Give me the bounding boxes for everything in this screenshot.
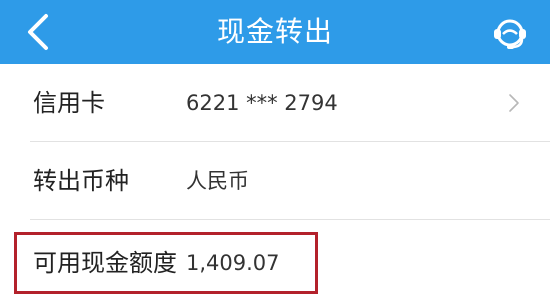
page-title: 现金转出 — [216, 15, 333, 48]
credit-card-label: 信用卡 — [33, 89, 105, 117]
currency-value: 人民币 — [186, 169, 249, 193]
nav-header: 现金转出 — [0, 0, 550, 64]
cash-transfer-screen: 现金转出 信用卡 6221 *** 2794 转出币种 人民币 可用现金额度 1… — [0, 0, 550, 303]
currency-label: 转出币种 — [33, 167, 129, 195]
back-button[interactable] — [20, 8, 60, 56]
chevron-right-icon — [509, 94, 519, 112]
customer-service-icon — [494, 19, 526, 49]
chevron-left-icon — [28, 14, 48, 50]
currency-row: 转出币种 人民币 — [0, 142, 550, 220]
credit-card-number: 6221 *** 2794 — [186, 91, 338, 115]
credit-card-row[interactable]: 信用卡 6221 *** 2794 — [0, 64, 550, 142]
customer-service-button[interactable] — [490, 14, 530, 54]
highlight-annotation-box — [14, 232, 318, 294]
